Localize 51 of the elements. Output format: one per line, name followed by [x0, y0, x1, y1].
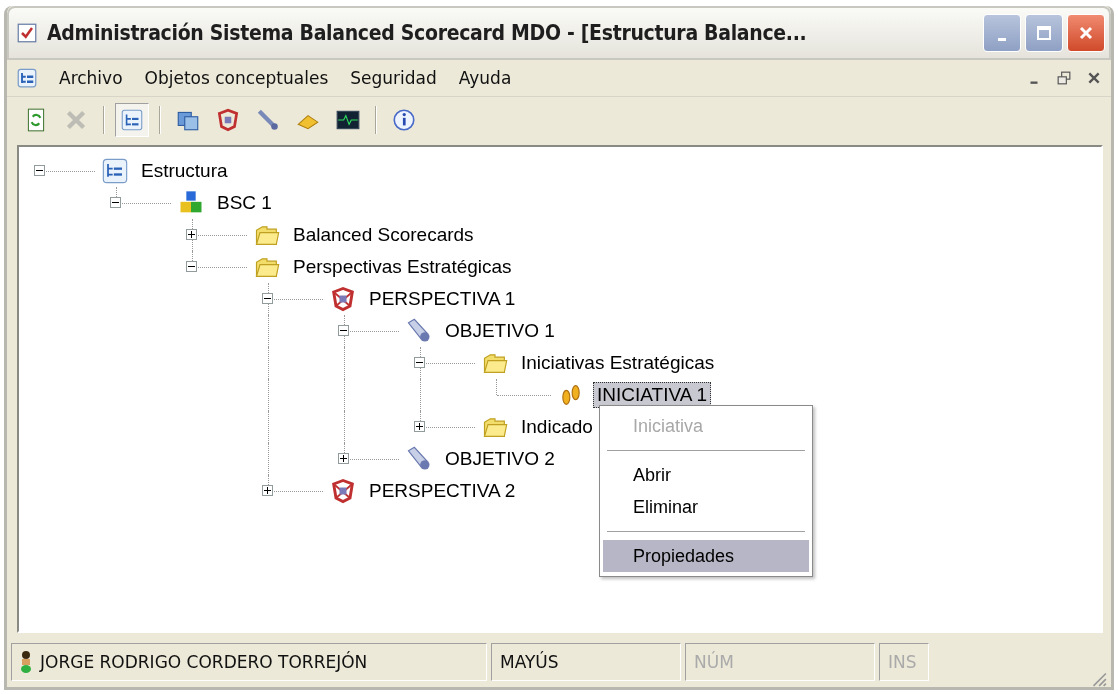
expander-toggle[interactable]	[338, 325, 349, 336]
tree-view-icon	[101, 157, 129, 185]
menu-item[interactable]: Objetos conceptuales	[144, 68, 329, 88]
tree-item[interactable]: OBJETIVO 2	[441, 446, 559, 472]
menu-item[interactable]: Seguridad	[350, 68, 437, 88]
plus-icon	[263, 486, 272, 495]
status-text: NÚM	[694, 652, 734, 672]
maximize-icon	[1034, 23, 1054, 43]
close-button[interactable]	[1067, 14, 1105, 52]
plus-icon	[339, 454, 348, 463]
tree-view-icon[interactable]	[17, 68, 37, 88]
expander-toggle[interactable]	[34, 165, 45, 176]
expander-toggle[interactable]	[262, 485, 273, 496]
expander-toggle[interactable]	[110, 197, 121, 208]
tree-item[interactable]: Balanced Scorecards	[289, 222, 478, 248]
status-text: INS	[888, 652, 917, 672]
menu-item[interactable]: Ayuda	[458, 68, 512, 88]
menu-item[interactable]: Eliminar	[603, 491, 809, 523]
menu-item[interactable]: Propiedades	[603, 540, 809, 572]
status-text: MAYÚS	[500, 652, 559, 672]
restore-icon[interactable]	[1057, 71, 1071, 85]
tree-item[interactable]: Iniciativas Estratégicas	[517, 350, 719, 376]
tree-item[interactable]: Estructura	[137, 158, 232, 184]
expander-toggle[interactable]	[262, 293, 273, 304]
tree-item[interactable]: PERSPECTIVA 1	[365, 286, 520, 312]
expander-toggle[interactable]	[186, 261, 197, 272]
minimize-icon	[998, 37, 1006, 41]
menu-item[interactable]: Abrir	[603, 459, 809, 491]
expander-toggle[interactable]	[338, 453, 349, 464]
tree-item[interactable]: Perspectivas Estratégicas	[289, 254, 516, 280]
tree-button[interactable]	[115, 103, 149, 137]
menu-item[interactable]: Archivo	[59, 68, 123, 88]
expander-toggle[interactable]	[186, 229, 197, 240]
checklist-icon	[17, 23, 37, 43]
tree-item[interactable]: Indicado	[517, 414, 597, 440]
tree-item[interactable]: PERSPECTIVA 2	[365, 478, 520, 504]
expander-toggle[interactable]	[414, 421, 425, 432]
tree-item[interactable]: INICIATIVA 1	[593, 382, 712, 408]
minimize-button[interactable]	[983, 14, 1021, 52]
status-text: JORGE RODRIGO CORDERO TORREJÓN	[40, 652, 368, 672]
window-title: Administración Sistema Balanced Scorecard MDO - [Estructura Balance...	[47, 21, 808, 45]
plus-icon	[187, 230, 196, 239]
plus-icon	[415, 422, 424, 431]
info-icon	[391, 107, 417, 133]
tree-item[interactable]: OBJETIVO 1	[441, 318, 559, 344]
expander-toggle[interactable]	[414, 357, 425, 368]
close-icon[interactable]	[1087, 71, 1101, 85]
tree-item[interactable]: BSC 1	[213, 190, 276, 216]
tree-icon	[119, 107, 145, 133]
user-icon	[20, 649, 32, 675]
maximize-button[interactable]	[1025, 14, 1063, 52]
